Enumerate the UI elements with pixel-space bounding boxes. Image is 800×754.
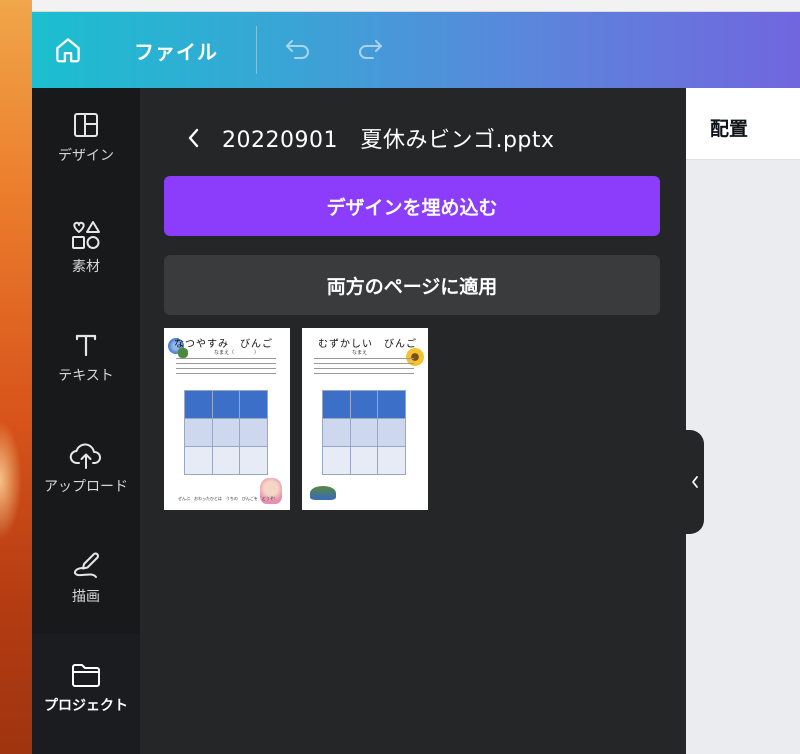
nav-label-design: デザイン xyxy=(58,148,114,164)
layout-icon xyxy=(74,113,98,137)
draw-icon xyxy=(73,552,99,578)
back-button[interactable] xyxy=(180,124,208,152)
thumbnail-text-lines xyxy=(314,358,414,378)
desktop-wallpaper xyxy=(0,0,32,754)
folder-icon xyxy=(72,664,100,687)
bingo-cell xyxy=(323,447,350,474)
nav-item-text[interactable]: テキスト xyxy=(32,308,140,408)
text-icon xyxy=(75,334,97,357)
collapse-panel-handle[interactable] xyxy=(686,430,704,534)
bingo-cell xyxy=(378,447,405,474)
panel-title: 20220901 夏休みビンゴ.pptx xyxy=(222,128,555,153)
side-nav: デザイン 素材 テキスト アップロード 描画 プロジェクト xyxy=(32,88,140,754)
page-thumbnail-2[interactable]: むずかしい びんご なまえ xyxy=(302,328,428,510)
nav-label-draw: 描画 xyxy=(72,589,100,605)
bingo-cell xyxy=(350,447,378,474)
apply-both-pages-button[interactable]: 両方のページに適用 xyxy=(164,255,660,315)
thumbnail-title: むずかしい びんご xyxy=(318,339,417,350)
position-button[interactable]: 配置 xyxy=(710,114,748,141)
context-toolbar: 配置 xyxy=(686,88,800,160)
bingo-cell xyxy=(350,419,378,446)
chevron-left-icon xyxy=(692,476,698,488)
nav-label-projects: プロジェクト xyxy=(44,698,128,714)
bingo-cell xyxy=(378,419,405,446)
bingo-cell xyxy=(378,391,405,418)
nav-item-design[interactable]: デザイン xyxy=(32,88,140,188)
shapes-icon xyxy=(72,221,100,249)
nav-label-uploads: アップロード xyxy=(44,479,128,495)
bingo-cell xyxy=(185,419,212,446)
nav-item-draw[interactable]: 描画 xyxy=(32,528,140,628)
file-menu[interactable]: ファイル xyxy=(134,36,218,65)
bingo-cell xyxy=(212,391,240,418)
nav-item-uploads[interactable]: アップロード xyxy=(32,418,140,518)
nav-item-elements[interactable]: 素材 xyxy=(32,198,140,298)
header-divider xyxy=(256,26,257,74)
redo-button[interactable] xyxy=(352,34,388,66)
undo-button[interactable] xyxy=(280,34,316,66)
nav-label-elements: 素材 xyxy=(72,259,100,275)
bingo-cell xyxy=(323,391,350,418)
home-icon xyxy=(56,38,80,63)
thumbnail-name-line: なまえ xyxy=(352,350,368,356)
cloud-upload-icon xyxy=(69,443,101,469)
bingo-cell xyxy=(240,419,267,446)
panel-header: 20220901 夏休みビンゴ.pptx xyxy=(180,122,555,154)
nav-item-projects[interactable]: プロジェクト xyxy=(32,638,140,738)
bingo-cell xyxy=(240,447,267,474)
redo-icon xyxy=(359,40,382,59)
canvas-area: 配置 xyxy=(686,88,800,754)
top-strip xyxy=(32,0,800,12)
undo-icon xyxy=(286,40,309,59)
bingo-cell xyxy=(212,447,240,474)
thumbnail-title: なつやすみ びんご xyxy=(174,339,273,350)
thumbnail-footer: ぜんぶ おわったひとは うちの びんごを どうぞ！ xyxy=(178,496,278,501)
bingo-cell xyxy=(185,391,212,418)
bingo-cell xyxy=(212,419,240,446)
thumbnail-text-lines xyxy=(176,358,276,378)
bingo-cell xyxy=(350,391,378,418)
island-illustration-icon xyxy=(310,486,336,500)
nav-label-text: テキスト xyxy=(58,368,114,384)
chevron-left-icon xyxy=(188,128,199,148)
thumbnail-name-line: なまえ（ ） xyxy=(214,350,260,356)
bingo-cell xyxy=(240,391,267,418)
bingo-grid xyxy=(322,390,406,475)
page-thumbnail-1[interactable]: なつやすみ びんご なまえ（ ） ぜんぶ おわったひとは うちの びんごを どう… xyxy=(164,328,290,510)
bingo-cell xyxy=(185,447,212,474)
home-button[interactable] xyxy=(50,32,86,68)
embed-design-button[interactable]: デザインを埋め込む xyxy=(164,176,660,236)
editor-header: ファイル xyxy=(32,12,800,88)
bingo-cell xyxy=(323,419,350,446)
bingo-grid xyxy=(184,390,268,475)
projects-panel: 20220901 夏休みビンゴ.pptx デザインを埋め込む 両方のページに適用… xyxy=(140,88,686,754)
